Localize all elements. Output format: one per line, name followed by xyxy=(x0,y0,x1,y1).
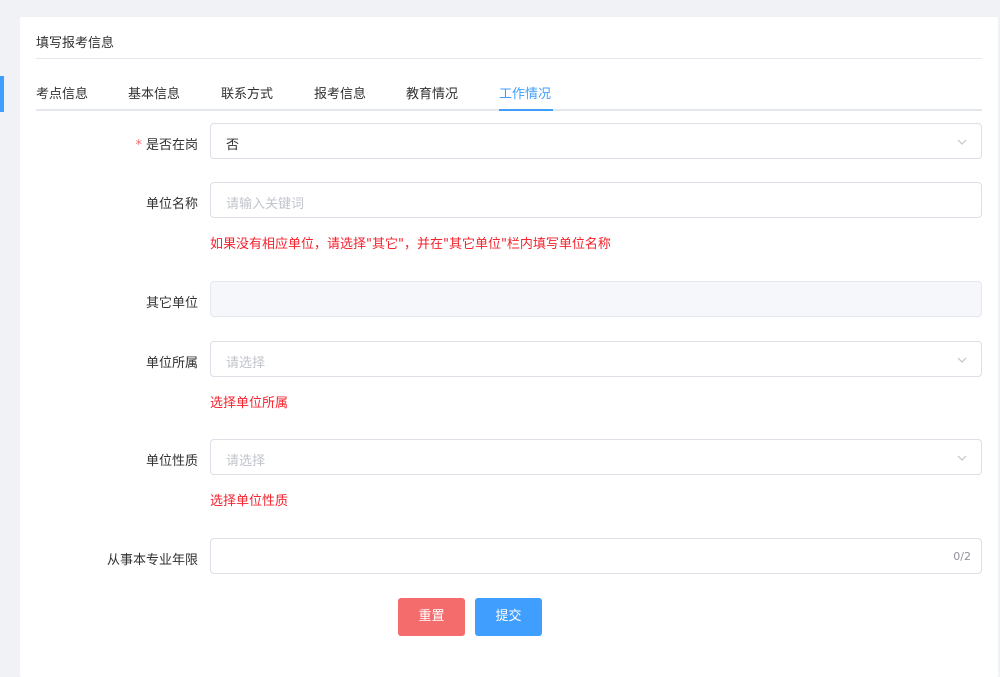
form-row-other-unit: 其它单位 xyxy=(36,281,982,319)
required-mark: * xyxy=(135,138,142,153)
tab-application[interactable]: 报考信息 xyxy=(314,83,366,109)
tab-exam-site[interactable]: 考点信息 xyxy=(36,83,88,109)
unit-name-label: 单位名称 xyxy=(145,197,198,212)
years-label: 从事本专业年限 xyxy=(106,553,198,568)
other-unit-input xyxy=(210,281,982,317)
page-title: 填写报考信息 xyxy=(36,36,115,51)
unit-affiliation-label: 单位所属 xyxy=(145,356,198,371)
unit-nature-hint: 选择单位性质 xyxy=(210,494,289,509)
unit-nature-placeholder: 请选择 xyxy=(226,454,266,469)
on-duty-select[interactable]: 否 xyxy=(210,123,982,159)
tab-work[interactable]: 工作情况 xyxy=(499,83,551,109)
form-row-unit-nature: 单位性质 请选择 xyxy=(36,439,982,477)
unit-affiliation-placeholder: 请选择 xyxy=(226,356,266,371)
title-divider xyxy=(36,58,982,59)
chevron-down-icon xyxy=(957,455,967,461)
unit-affiliation-select[interactable]: 请选择 xyxy=(210,341,982,377)
tab-contact[interactable]: 联系方式 xyxy=(221,83,273,109)
unit-nature-select[interactable]: 请选择 xyxy=(210,439,982,475)
active-tab-indicator xyxy=(499,109,553,111)
submit-button[interactable]: 提交 xyxy=(475,598,542,636)
left-nav-accent xyxy=(0,76,4,112)
tab-education[interactable]: 教育情况 xyxy=(406,83,458,109)
years-char-counter: 0/2 xyxy=(953,550,971,563)
years-input[interactable]: 0/2 xyxy=(210,538,982,574)
unit-name-input[interactable]: 请输入关键词 xyxy=(210,182,982,218)
chevron-down-icon xyxy=(957,357,967,363)
on-duty-label: * 是否在岗 xyxy=(135,138,198,153)
unit-name-placeholder: 请输入关键词 xyxy=(226,197,305,212)
form-row-unit-name: 单位名称 请输入关键词 xyxy=(36,182,982,220)
reset-button[interactable]: 重置 xyxy=(398,598,465,636)
chevron-down-icon xyxy=(957,139,967,145)
form-card: 填写报考信息 考点信息 基本信息 联系方式 报考信息 教育情况 工作情况 * 是否… xyxy=(20,17,998,677)
unit-affiliation-hint: 选择单位所属 xyxy=(210,396,289,411)
unit-name-hint: 如果没有相应单位，请选择"其它"，并在"其它单位"栏内填写单位名称 xyxy=(210,237,611,252)
form-row-unit-affiliation: 单位所属 请选择 xyxy=(36,341,982,379)
tab-bar: 考点信息 基本信息 联系方式 报考信息 教育情况 工作情况 xyxy=(36,77,982,111)
form-row-on-duty: * 是否在岗 否 xyxy=(36,123,982,161)
tab-basic-info[interactable]: 基本信息 xyxy=(128,83,180,109)
on-duty-value: 否 xyxy=(226,138,240,153)
other-unit-label: 其它单位 xyxy=(145,296,198,311)
unit-nature-label: 单位性质 xyxy=(145,454,198,469)
form-row-years: 从事本专业年限 0/2 xyxy=(36,538,982,576)
